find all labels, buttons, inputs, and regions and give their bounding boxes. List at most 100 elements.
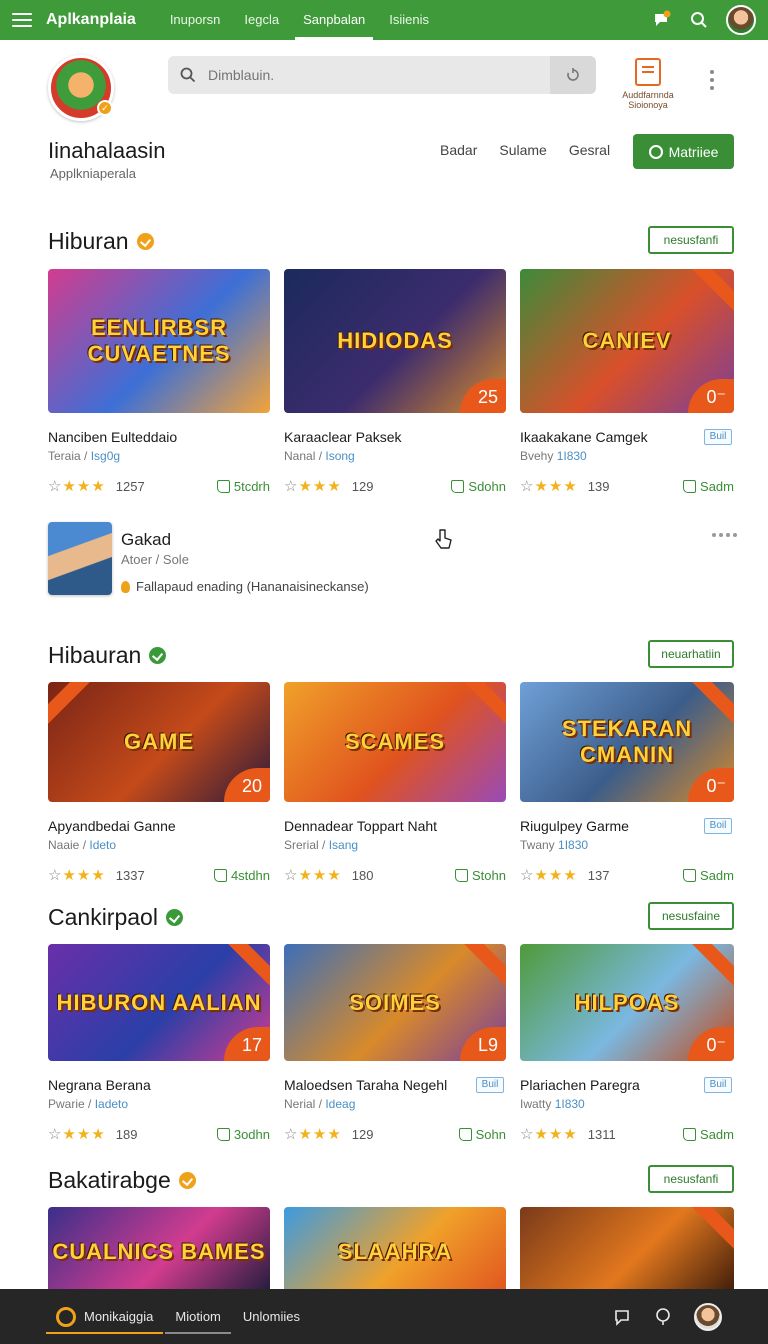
game-thumbnail[interactable]: SLAAHRA: [284, 1207, 506, 1297]
thumbnail-title: STEKARAN CMANIN: [561, 716, 693, 767]
like-button[interactable]: 3odhn: [216, 1126, 270, 1142]
featured-more-icon[interactable]: [712, 533, 737, 537]
game-meta-link[interactable]: Isang: [329, 838, 358, 852]
game-meta-link[interactable]: 1I830: [555, 1097, 585, 1111]
game-title[interactable]: Ikaakakane Camgek: [520, 429, 734, 445]
game-thumbnail[interactable]: SCAMES: [284, 682, 506, 802]
section-more-button-3[interactable]: nesusfaine: [648, 902, 734, 930]
game-thumbnail[interactable]: [520, 1207, 734, 1297]
featured-title[interactable]: Gakad: [121, 530, 171, 550]
game-card[interactable]: SOIMES L9 Maloedsen Taraha Negehl Buil Neria…: [284, 944, 506, 1143]
header-link-1[interactable]: Badar: [440, 142, 477, 158]
game-title[interactable]: Negrana Berana: [48, 1077, 270, 1093]
game-title[interactable]: Riugulpey Garme: [520, 818, 734, 834]
nav-tab-4[interactable]: Isiienis: [377, 0, 441, 40]
primary-action-button[interactable]: Matriiee: [633, 134, 734, 169]
game-title[interactable]: Apyandbedai Ganne: [48, 818, 270, 834]
ribbon-badge: [687, 269, 734, 314]
chat-icon[interactable]: [612, 1307, 632, 1327]
nav-tab-1[interactable]: Inuporsn: [158, 0, 233, 40]
game-card[interactable]: CANIEV 0⁻ Ikaakakane Camgek Buil Bvehy 1I830…: [520, 269, 734, 495]
build-tag: Buil: [476, 1077, 504, 1093]
star-rating-icon: ☆★★★: [284, 1126, 342, 1143]
header-link-3[interactable]: Gesral: [569, 142, 610, 158]
game-meta-link[interactable]: Iadeto: [95, 1097, 128, 1111]
bottom-tab-3[interactable]: Unlomiies: [233, 1289, 310, 1344]
like-button[interactable]: Sdohn: [451, 479, 506, 494]
game-card[interactable]: EENLIRBSR CUVAETNES Nanciben Eulteddaio Te…: [48, 269, 270, 495]
top-nav-bar: Aplkanplaia Inuporsn Iegcla Sanpbalan Is…: [0, 0, 768, 40]
game-title[interactable]: Nanciben Eulteddaio: [48, 429, 270, 445]
more-options-icon[interactable]: [706, 70, 718, 90]
thumbnail-title: CANIEV: [582, 328, 672, 353]
game-thumbnail[interactable]: CUALNICS BAMES: [48, 1207, 270, 1297]
promo-widget[interactable]: Auddfarnnda Sioionoya: [616, 58, 680, 110]
game-title[interactable]: Dennadear Toppart Naht: [284, 818, 506, 834]
like-button[interactable]: Sadm: [683, 868, 734, 883]
section-more-button-4[interactable]: nesusfanfi: [648, 1165, 734, 1193]
game-card[interactable]: GAME 20 Apyandbedai Ganne Naaie / Ideto ☆★★★…: [48, 682, 270, 884]
chat-notification-icon[interactable]: [652, 10, 672, 30]
game-title[interactable]: Plariachen Paregra: [520, 1077, 734, 1093]
refresh-icon[interactable]: [550, 56, 596, 94]
section-more-button-1[interactable]: nesusfanfi: [648, 226, 734, 254]
corner-badge: 0⁻: [688, 379, 734, 413]
game-meta-link[interactable]: 1I830: [557, 449, 587, 463]
game-title[interactable]: Karaaclear Paksek: [284, 429, 506, 445]
thumbs-up-icon: [683, 1127, 697, 1141]
rating-count: 139: [587, 478, 610, 494]
star-rating-icon: ☆★★★: [48, 478, 106, 495]
game-card[interactable]: [520, 1207, 734, 1297]
game-card[interactable]: HIBURON AALIAN 17 Negrana Berana Pwarie / I…: [48, 944, 270, 1143]
like-button[interactable]: Sadm: [683, 479, 734, 494]
like-label: 3odhn: [233, 1126, 270, 1142]
game-thumbnail[interactable]: GAME 20: [48, 682, 270, 802]
search-icon[interactable]: [690, 11, 708, 29]
game-meta: Naaie / Ideto: [48, 838, 270, 852]
search-icon: [168, 67, 208, 83]
game-meta-link[interactable]: Ideag: [325, 1097, 355, 1111]
ribbon-badge: [223, 944, 270, 989]
game-card[interactable]: SCAMES Dennadear Toppart Naht Srerial / Is…: [284, 682, 506, 884]
flame-icon: [121, 580, 130, 593]
user-avatar[interactable]: [726, 5, 756, 35]
game-card[interactable]: CUALNICS BAMES: [48, 1207, 270, 1297]
menu-icon[interactable]: [12, 13, 32, 27]
like-button[interactable]: Sadm: [683, 1127, 734, 1142]
brand-name[interactable]: Aplkanplaia: [46, 11, 136, 29]
bottom-tab-1[interactable]: Monikaiggia: [46, 1289, 164, 1344]
game-card[interactable]: HIDIODAS 25 Karaaclear Paksek Nanal / Isong…: [284, 269, 506, 495]
game-meta-link[interactable]: 1I830: [558, 838, 588, 852]
profile-avatar[interactable]: [694, 1302, 722, 1331]
game-meta-link[interactable]: Isg0g: [91, 449, 120, 463]
game-thumbnail[interactable]: HIBURON AALIAN 17: [48, 944, 270, 1061]
game-thumbnail[interactable]: EENLIRBSR CUVAETNES: [48, 269, 270, 413]
like-button[interactable]: 5tcdrh: [216, 479, 270, 494]
game-card[interactable]: STEKARAN CMANIN 0⁻ Riugulpey Garme Boil Twan…: [520, 682, 734, 884]
thumbs-up-icon: [213, 868, 227, 882]
game-card[interactable]: HILPOAS 0⁻ Plariachen Paregra Buil Iwatty 1I…: [520, 944, 734, 1143]
game-title[interactable]: Maloedsen Taraha Negehl: [284, 1077, 506, 1093]
game-thumbnail[interactable]: STEKARAN CMANIN 0⁻: [520, 682, 734, 802]
like-button[interactable]: Stohn: [455, 868, 506, 883]
nav-tab-3[interactable]: Sanpbalan: [291, 0, 377, 40]
game-thumbnail[interactable]: SOIMES L9: [284, 944, 506, 1061]
header-link-2[interactable]: Sulame: [499, 142, 546, 158]
game-meta-link[interactable]: Ideto: [89, 838, 116, 852]
game-thumbnail[interactable]: HILPOAS 0⁻: [520, 944, 734, 1061]
build-tag: Buil: [704, 429, 732, 445]
game-thumbnail[interactable]: CANIEV 0⁻: [520, 269, 734, 413]
game-card[interactable]: SLAAHRA: [284, 1207, 506, 1297]
bottom-tab-2[interactable]: Miotiom: [165, 1289, 231, 1344]
featured-thumbnail[interactable]: [48, 522, 112, 595]
game-thumbnail[interactable]: HIDIODAS 25: [284, 269, 506, 413]
section-more-button-2[interactable]: neuarhatiin: [648, 640, 734, 668]
page-subtitle: Applkniaperala: [50, 166, 137, 181]
help-icon[interactable]: [654, 1307, 672, 1327]
like-button[interactable]: 4stdhn: [213, 868, 270, 883]
search-input[interactable]: [208, 67, 550, 83]
nav-tab-2[interactable]: Iegcla: [232, 0, 291, 40]
like-button[interactable]: Sohn: [458, 1127, 506, 1142]
game-meta-link[interactable]: Isong: [325, 449, 354, 463]
game-stats-row: ☆★★★ 129 Sdohn: [284, 477, 506, 495]
